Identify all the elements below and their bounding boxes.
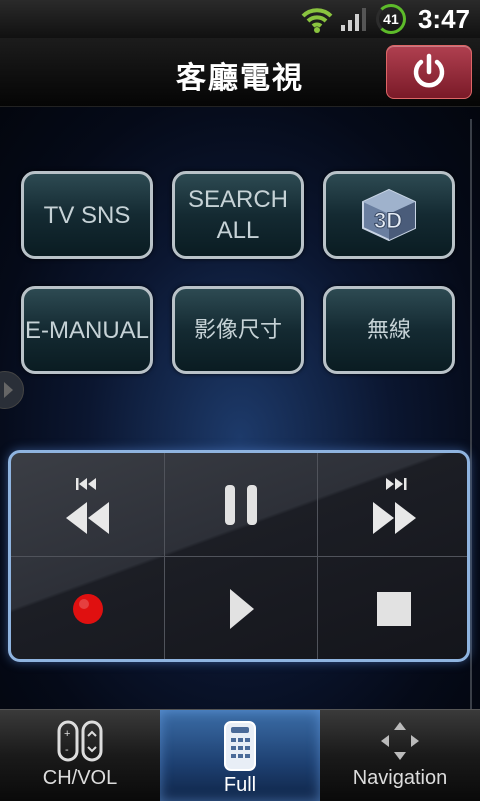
- scroll-indicator: [470, 119, 472, 709]
- record-button[interactable]: [11, 557, 164, 659]
- fast-forward-icon: [372, 478, 416, 534]
- remote-icon: [224, 721, 256, 771]
- search-all-button[interactable]: SEARCH ALL: [172, 171, 304, 259]
- battery-level: 41: [383, 11, 399, 27]
- tv-sns-button[interactable]: TV SNS: [21, 171, 153, 259]
- tv-sns-label: TV SNS: [43, 201, 131, 229]
- ch-vol-icon-wrap: + -: [0, 720, 160, 762]
- chevron-right-icon: [4, 382, 13, 398]
- wireless-label: 無線: [366, 317, 411, 343]
- remote-panel: TV SNS SEARCH ALL 3D E-MANUAL 影像尺寸 無線: [0, 107, 480, 709]
- play-button[interactable]: [164, 557, 317, 659]
- pause-icon: [224, 485, 257, 525]
- media-controls: [8, 450, 470, 662]
- status-icons: 41 3:47: [300, 3, 470, 35]
- ch-vol-icon: + -: [57, 720, 103, 762]
- title-bar: 客廳電視: [0, 38, 480, 107]
- stop-icon: [376, 592, 411, 626]
- bottom-tab-bar: + - CH/VOL Full Navigation: [0, 709, 480, 801]
- search-all-label: SEARCH ALL: [187, 186, 289, 244]
- e-manual-label: E-MANUAL: [24, 316, 150, 344]
- pause-button[interactable]: [164, 453, 317, 557]
- play-icon: [229, 589, 254, 629]
- svg-text:3D: 3D: [374, 208, 402, 233]
- record-icon: [72, 594, 103, 624]
- svg-text:-: -: [65, 744, 69, 756]
- picture-size-label: 影像尺寸: [193, 317, 282, 343]
- 3d-button[interactable]: 3D: [323, 171, 455, 259]
- remote-icon-wrap: [160, 720, 320, 772]
- tab-navigation-label: Navigation: [352, 767, 448, 789]
- wifi-icon: [301, 8, 333, 33]
- tab-navigation[interactable]: Navigation: [320, 710, 480, 801]
- picture-size-button[interactable]: 影像尺寸: [172, 286, 304, 374]
- 3d-icon: 3D: [362, 188, 416, 242]
- wireless-button[interactable]: 無線: [323, 286, 455, 374]
- signal-icon: [340, 8, 366, 31]
- status-bar: 41 3:47: [0, 0, 480, 38]
- side-drawer-handle[interactable]: [0, 371, 24, 409]
- clock: 3:47: [417, 3, 470, 34]
- tab-full-label: Full: [223, 774, 257, 796]
- navigation-arrows-icon: [381, 722, 419, 760]
- tab-full[interactable]: Full: [160, 710, 320, 801]
- rewind-icon: [65, 478, 109, 534]
- tab-ch-vol[interactable]: + - CH/VOL: [0, 710, 160, 801]
- svg-text:+: +: [64, 728, 70, 740]
- fast-forward-button[interactable]: [317, 453, 467, 557]
- power-button[interactable]: [386, 45, 472, 99]
- tab-ch-vol-label: CH/VOL: [42, 767, 118, 789]
- stop-button[interactable]: [317, 557, 467, 659]
- e-manual-button[interactable]: E-MANUAL: [21, 286, 153, 374]
- power-icon: [413, 53, 445, 88]
- rewind-button[interactable]: [11, 453, 164, 557]
- battery-icon: 41: [375, 4, 406, 34]
- navigation-icon-wrap: [320, 720, 480, 762]
